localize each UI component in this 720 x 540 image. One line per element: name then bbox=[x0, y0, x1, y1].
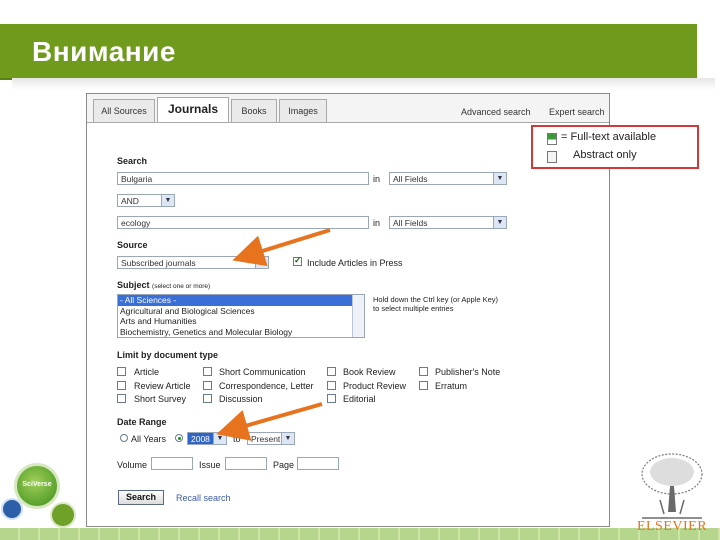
all-years-radio[interactable] bbox=[120, 434, 128, 442]
doctype-checkbox[interactable] bbox=[117, 367, 126, 376]
doctype-erratum-label: Erratum bbox=[435, 381, 468, 391]
field-select-2-value: All Fields bbox=[393, 218, 428, 228]
tab-all-sources[interactable]: All Sources bbox=[93, 99, 155, 122]
chevron-down-icon: ▼ bbox=[493, 217, 506, 228]
doctype-short-comm-label: Short Communication bbox=[219, 367, 306, 377]
to-year-value: Present bbox=[251, 434, 281, 444]
doctype-review-label: Review Article bbox=[134, 381, 191, 391]
field-select-1-value: All Fields bbox=[393, 174, 428, 184]
subject-item[interactable]: - All Sciences - bbox=[118, 295, 364, 306]
doctype-article-label: Article bbox=[134, 367, 160, 377]
source-label: Source bbox=[117, 240, 148, 250]
source-select-value: Subscribed journals bbox=[121, 258, 196, 268]
subject-label: Subject (select one or more) bbox=[117, 280, 210, 290]
in-label-1: in bbox=[373, 174, 381, 184]
volume-label: Volume bbox=[117, 460, 148, 470]
listbox-scrollbar[interactable] bbox=[352, 295, 364, 337]
doctype-checkbox[interactable] bbox=[203, 394, 212, 403]
include-in-press-checkbox[interactable] bbox=[293, 255, 302, 266]
full-text-legend: = Full-text available bbox=[561, 131, 657, 143]
subject-sublabel: (select one or more) bbox=[152, 283, 211, 290]
doctype-publishers-note-label: Publisher's Note bbox=[435, 367, 501, 377]
doctype-discussion-label: Discussion bbox=[219, 394, 263, 404]
chevron-down-icon: ▼ bbox=[493, 173, 506, 184]
issue-input[interactable] bbox=[225, 457, 267, 470]
include-in-press-label: Include Articles in Press bbox=[307, 258, 403, 268]
doctype-checkbox[interactable] bbox=[203, 367, 212, 376]
doctype-checkbox[interactable] bbox=[327, 381, 336, 390]
tab-books[interactable]: Books bbox=[231, 99, 277, 122]
access-legend: = Full-text available Abstract only bbox=[531, 125, 699, 169]
search-term-1[interactable]: Bulgaria bbox=[117, 172, 369, 185]
full-text-icon bbox=[547, 133, 557, 145]
issue-label: Issue bbox=[199, 460, 221, 470]
field-select-1[interactable]: All Fields ▼ bbox=[389, 172, 507, 185]
field-select-2[interactable]: All Fields ▼ bbox=[389, 216, 507, 229]
footer-bar bbox=[0, 528, 720, 540]
advanced-search-link[interactable]: Advanced search bbox=[461, 107, 531, 117]
search-label: Search bbox=[117, 156, 148, 166]
boolean-operator-value: AND bbox=[121, 196, 139, 206]
page-input[interactable] bbox=[297, 457, 339, 470]
tab-images[interactable]: Images bbox=[279, 99, 327, 122]
doctype-checkbox[interactable] bbox=[419, 381, 428, 390]
search-button[interactable]: Search bbox=[118, 490, 164, 505]
search-term-2[interactable]: ecology bbox=[117, 216, 369, 229]
doctype-checkbox[interactable] bbox=[203, 381, 212, 390]
subject-listbox[interactable]: - All Sciences - Agricultural and Biolog… bbox=[117, 294, 365, 338]
year-range-radio[interactable] bbox=[175, 434, 183, 442]
date-range-label: Date Range bbox=[117, 417, 167, 427]
subject-item[interactable]: Agricultural and Biological Sciences bbox=[118, 306, 364, 317]
doc-type-label: Limit by document type bbox=[117, 350, 219, 360]
doctype-book-review-label: Book Review bbox=[343, 367, 396, 377]
doctype-checkbox[interactable] bbox=[327, 394, 336, 403]
doctype-editorial-label: Editorial bbox=[343, 394, 376, 404]
in-label-2: in bbox=[373, 218, 381, 228]
sciverse-small-logo bbox=[1, 498, 23, 520]
subject-hint-2: to select multiple entries bbox=[373, 304, 454, 313]
page-label: Page bbox=[273, 460, 295, 470]
volume-input[interactable] bbox=[151, 457, 193, 470]
slide-title: Внимание bbox=[32, 36, 176, 67]
elsevier-wordmark: ELSEVIER bbox=[636, 519, 708, 534]
abstract-legend: Abstract only bbox=[573, 149, 637, 161]
to-year-select[interactable]: Present ▼ bbox=[247, 432, 295, 445]
chevron-down-icon: ▼ bbox=[213, 433, 226, 444]
from-year-value: 2008 bbox=[191, 434, 210, 444]
expert-search-link[interactable]: Expert search bbox=[549, 107, 605, 117]
from-year-select[interactable]: 2008 ▼ bbox=[187, 432, 227, 445]
to-label: to bbox=[233, 434, 241, 444]
recall-search-link[interactable]: Recall search bbox=[176, 493, 231, 503]
elsevier-tree-icon bbox=[630, 450, 714, 520]
doctype-checkbox[interactable] bbox=[327, 367, 336, 376]
boolean-operator-select[interactable]: AND ▼ bbox=[117, 194, 175, 207]
source-select[interactable]: Subscribed journals ▼ bbox=[117, 256, 269, 269]
chevron-down-icon: ▼ bbox=[281, 433, 294, 444]
doctype-correspondence-label: Correspondence, Letter bbox=[219, 381, 314, 391]
banner-shadow bbox=[12, 78, 715, 90]
chevron-down-icon: ▼ bbox=[255, 257, 268, 268]
doctype-checkbox[interactable] bbox=[117, 394, 126, 403]
doctype-checkbox[interactable] bbox=[419, 367, 428, 376]
subject-item[interactable]: Arts and Humanities bbox=[118, 316, 364, 327]
doctype-product-review-label: Product Review bbox=[343, 381, 407, 391]
chevron-down-icon: ▼ bbox=[161, 195, 174, 206]
subject-item[interactable]: Biochemistry, Genetics and Molecular Bio… bbox=[118, 327, 364, 338]
all-years-label: All Years bbox=[131, 434, 167, 444]
tab-journals[interactable]: Journals bbox=[157, 97, 229, 122]
subject-hint-1: Hold down the Ctrl key (or Apple Key) bbox=[373, 295, 499, 304]
doctype-short-survey-label: Short Survey bbox=[134, 394, 187, 404]
sciverse-logo-text: SciVerse bbox=[22, 481, 52, 488]
subject-label-text: Subject bbox=[117, 280, 150, 290]
sciencedirect-logo bbox=[50, 502, 76, 528]
doctype-checkbox[interactable] bbox=[117, 381, 126, 390]
abstract-icon bbox=[547, 151, 557, 163]
